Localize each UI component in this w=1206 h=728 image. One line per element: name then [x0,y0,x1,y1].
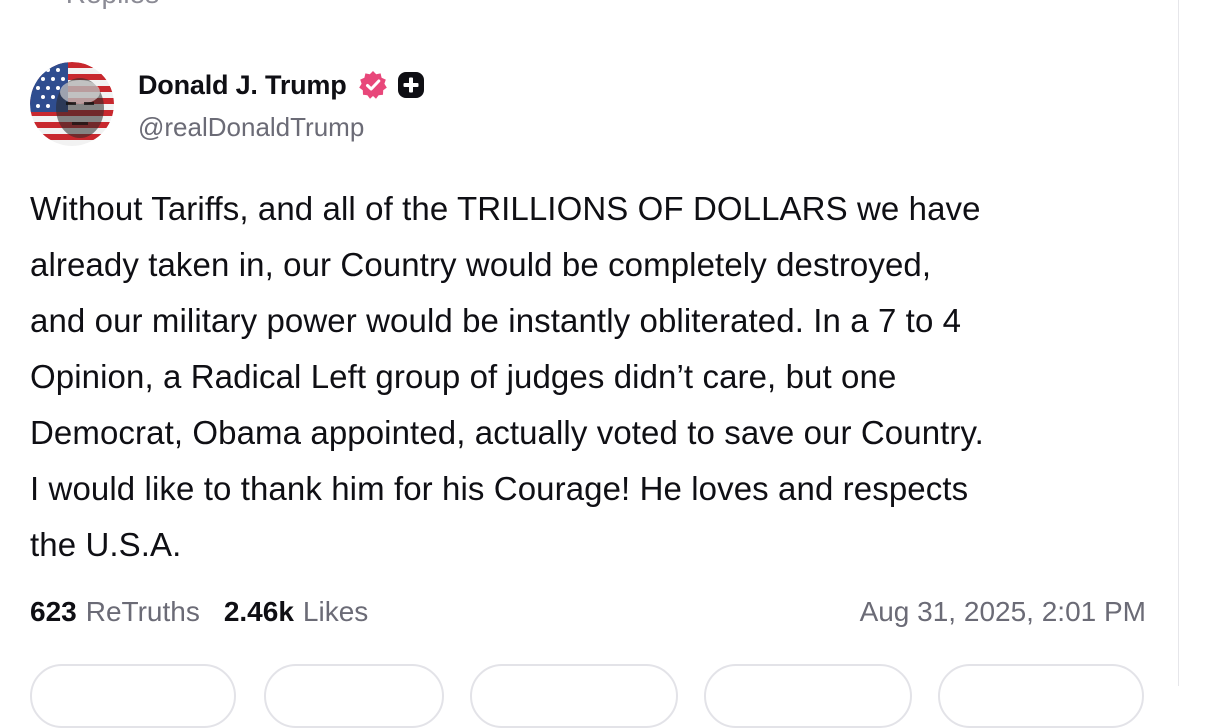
previous-post-footer: ··· Replies [30,0,159,10]
post-body: Without Tariffs, and all of the TRILLION… [30,181,1150,573]
feed-column-border [1178,0,1179,686]
post-text-line: and our military power would be instantl… [30,302,962,339]
retruths-label: ReTruths [85,596,200,627]
likes-stat[interactable]: 2.46k Likes [224,596,368,628]
like-button[interactable] [470,664,678,728]
retruth-button[interactable] [264,664,444,728]
post-stats: 623 ReTruths 2.46k Likes Aug 31, 2025, 2… [30,590,1146,634]
post-timestamp[interactable]: Aug 31, 2025, 2:01 PM [860,596,1146,628]
verified-badge-icon [358,71,387,99]
user-handle[interactable]: @realDonaldTrump [138,112,425,143]
post-text-line: I would like to thank him for his Courag… [30,470,969,507]
author-info: Donald J. Trump @realDonaldTrump [138,62,425,143]
post-text-line: Opinion, a Radical Left group of judges … [30,358,897,395]
post-text-line: Without Tariffs, and all of the TRILLION… [30,190,981,227]
plus-badge-icon [397,72,424,98]
avatar-image [30,62,114,146]
more-button[interactable] [938,664,1144,728]
post-text-line: Democrat, Obama appointed, actually vote… [30,414,984,451]
avatar[interactable] [30,62,114,146]
post-header: Donald J. Trump @realDonaldTrump [30,62,425,146]
action-bar [0,664,1178,728]
likes-count: 2.46k [223,596,294,627]
retruths-stat[interactable]: 623 ReTruths [30,596,200,628]
post-text-line: the U.S.A. [30,526,182,563]
name-row: Donald J. Trump [138,69,425,101]
reply-button[interactable] [30,664,236,728]
share-button[interactable] [704,664,912,728]
likes-label: Likes [302,596,369,627]
retruths-count: 623 [30,596,77,627]
post-text-line: already taken in, our Country would be c… [30,246,932,283]
display-name[interactable]: Donald J. Trump [138,70,347,101]
